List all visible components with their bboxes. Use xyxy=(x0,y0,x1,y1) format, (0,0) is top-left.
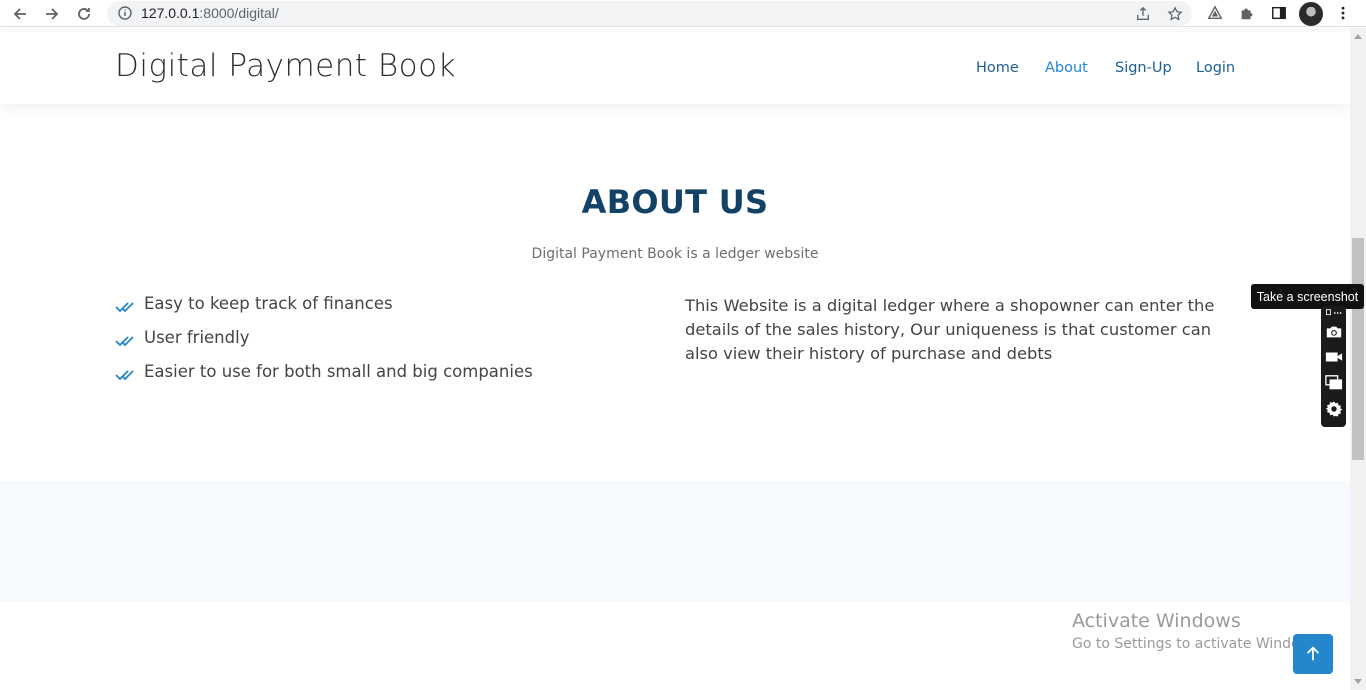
arrow-right-icon xyxy=(46,8,59,20)
feature-item: User friendly xyxy=(115,328,533,362)
settings-button[interactable] xyxy=(1323,398,1344,419)
profile-avatar[interactable] xyxy=(1299,2,1323,26)
puzzle-icon xyxy=(1241,8,1253,20)
nav-sign-up[interactable]: Sign-Up xyxy=(1115,60,1172,76)
url-path: :8000/digital/ xyxy=(199,5,279,21)
bookmark-button[interactable] xyxy=(1166,5,1184,23)
browser-menu-button[interactable] xyxy=(1334,4,1352,22)
feature-item: Easier to use for both small and big com… xyxy=(115,362,533,396)
take-screenshot-button[interactable] xyxy=(1323,321,1344,342)
triangle-logo-icon xyxy=(1207,5,1223,20)
arrow-left-icon xyxy=(13,8,26,20)
record-video-button[interactable] xyxy=(1323,346,1344,367)
double-check-icon xyxy=(115,302,134,313)
kebab-menu-icon xyxy=(1341,6,1345,20)
camera-icon xyxy=(1326,326,1341,337)
extensions-button[interactable] xyxy=(1238,4,1256,22)
site-logo[interactable]: Digital Payment Book xyxy=(115,48,456,84)
capture-window-button[interactable] xyxy=(1323,372,1344,393)
arrow-up-icon xyxy=(1306,646,1320,661)
windows-activation-watermark: Activate Windows Go to Settings to activ… xyxy=(1072,610,1323,652)
address-bar[interactable]: 127.0.0.1:8000/digital/ xyxy=(107,1,1192,26)
share-icon xyxy=(1137,6,1149,20)
section-subtitle: Digital Payment Book is a ledger website xyxy=(531,246,819,262)
site-header: Digital Payment Book Home About Sign-Up … xyxy=(0,32,1350,104)
reload-button[interactable] xyxy=(73,3,95,25)
feature-list: Easy to keep track of finances User frie… xyxy=(115,294,533,396)
video-camera-icon xyxy=(1325,352,1342,361)
scroll-up-arrow-icon[interactable] xyxy=(1354,34,1362,39)
reload-icon xyxy=(78,8,90,20)
feature-text: Easier to use for both small and big com… xyxy=(144,362,533,381)
url-text: 127.0.0.1:8000/digital/ xyxy=(141,5,279,21)
share-button[interactable] xyxy=(1134,5,1152,23)
nav-home[interactable]: Home xyxy=(976,60,1019,76)
nav-about[interactable]: About xyxy=(1045,60,1088,76)
scroll-down-arrow-icon[interactable] xyxy=(1354,679,1362,684)
star-icon xyxy=(1167,6,1183,21)
forward-button[interactable] xyxy=(41,3,63,25)
feature-text: Easy to keep track of finances xyxy=(144,294,393,313)
watermark-subtitle: Go to Settings to activate Windows. xyxy=(1072,636,1323,652)
page-scrollbar[interactable] xyxy=(1350,28,1366,690)
scroll-thumb[interactable] xyxy=(1352,238,1364,460)
feature-item: Easy to keep track of finances xyxy=(115,294,533,328)
double-check-icon xyxy=(115,370,134,381)
page-viewport: Digital Payment Book Home About Sign-Up … xyxy=(0,28,1350,690)
back-to-top-button[interactable] xyxy=(1293,634,1333,674)
gear-icon xyxy=(1325,400,1342,417)
side-panel-button[interactable] xyxy=(1270,4,1288,22)
site-info-icon[interactable] xyxy=(118,6,132,20)
watermark-title: Activate Windows xyxy=(1072,610,1241,632)
url-host: 127.0.0.1 xyxy=(141,5,200,21)
feature-text: User friendly xyxy=(144,328,250,347)
panel-options-button[interactable] xyxy=(1323,307,1344,319)
side-panel-icon xyxy=(1272,6,1286,20)
nav-login[interactable]: Login xyxy=(1196,60,1235,76)
section-title: ABOUT US xyxy=(581,183,769,221)
next-section-band xyxy=(0,481,1350,601)
screenshot-tooltip: Take a screenshot xyxy=(1251,284,1364,309)
double-check-icon xyxy=(115,336,134,347)
about-description: This Website is a digital ledger where a… xyxy=(685,296,1215,363)
more-dots-icon xyxy=(1326,309,1342,316)
browser-toolbar: 127.0.0.1:8000/digital/ xyxy=(0,0,1366,27)
windows-stack-icon xyxy=(1324,374,1342,389)
screenshot-toolbar xyxy=(1321,306,1346,427)
back-button[interactable] xyxy=(9,3,31,25)
extension-button-a[interactable] xyxy=(1206,4,1224,22)
